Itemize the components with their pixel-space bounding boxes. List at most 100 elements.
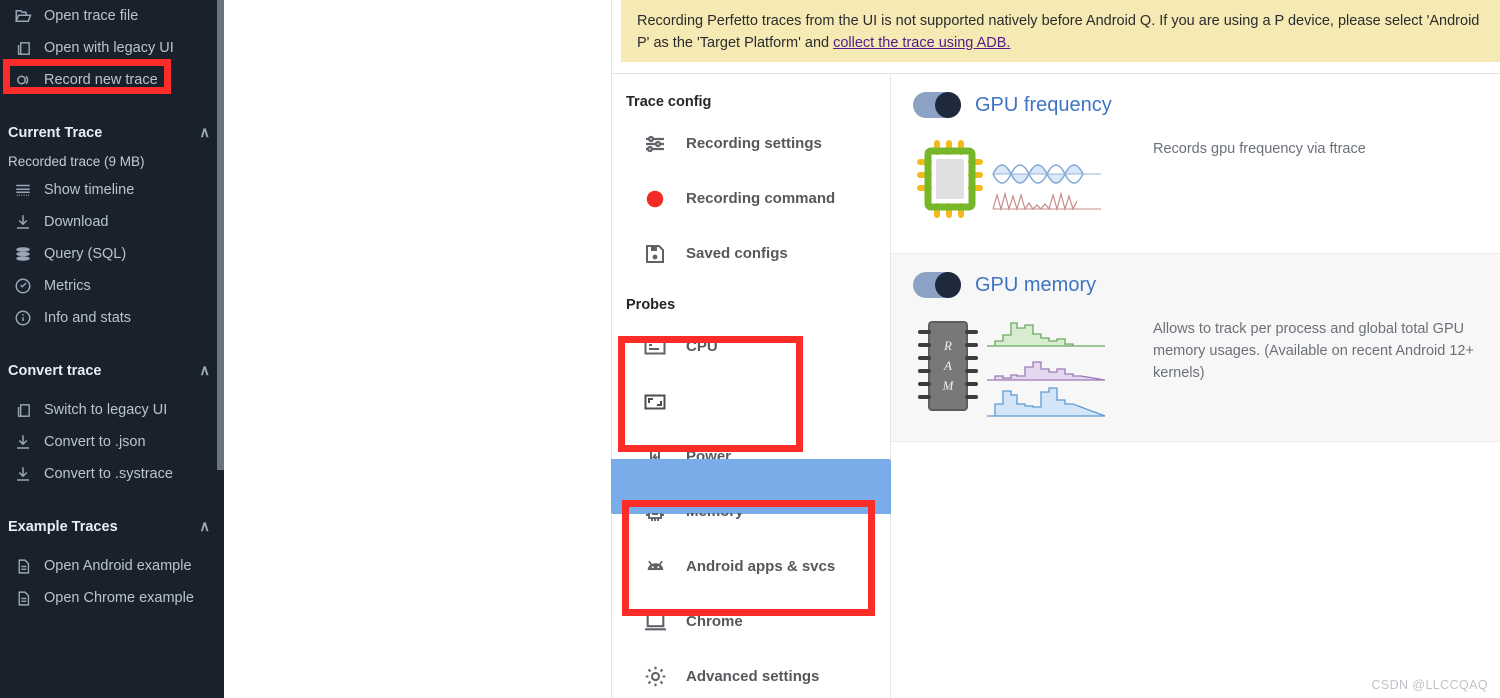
probe-nav-label: Android apps & svcs	[686, 558, 836, 575]
svg-text:A: A	[943, 358, 952, 373]
gpu-memory-toggle[interactable]	[913, 272, 961, 298]
gpu-frame-icon	[642, 389, 668, 415]
record-page: Recording Perfetto traces from the UI is…	[611, 0, 1500, 698]
probe-nav-label: Memory	[686, 503, 744, 520]
config-item-recording-settings[interactable]: Recording settings	[612, 116, 890, 171]
timeline-icon	[12, 179, 34, 201]
probe-nav-label: Advanced settings	[686, 668, 820, 685]
recorded-trace-size: Recorded trace (9 MB)	[8, 153, 145, 169]
sidebar-item-convert-to-json[interactable]: Convert to .json	[0, 426, 224, 458]
probe-nav-label: GPU	[686, 393, 719, 410]
sidebar-item-download[interactable]: Download	[0, 206, 224, 238]
probe-nav-chrome[interactable]: Chrome	[612, 594, 890, 649]
sidebar-item-open-android-example[interactable]: Open Android example	[0, 550, 224, 582]
config-item-label: Recording settings	[686, 135, 822, 152]
probe-nav-memory[interactable]: Memory	[612, 484, 890, 539]
probe-header: GPU frequency	[891, 92, 1500, 118]
download-icon	[12, 211, 34, 233]
config-item-label: Recording command	[686, 190, 836, 207]
probe-description: Records gpu frequency via ftrace	[1153, 141, 1366, 157]
perfetto-ui-window: Open trace file Open with legacy UI Reco…	[0, 0, 1500, 698]
probe-body: R A M Allows to track per process and gl…	[891, 298, 1500, 427]
config-item-recording-command[interactable]: Recording command	[612, 171, 890, 226]
probe-card-gpu-memory: GPU memory R A M Allows to track per pro…	[891, 254, 1500, 442]
config-item-saved-configs[interactable]: Saved configs	[612, 226, 890, 281]
sidebar-section-title: Example Traces	[8, 519, 118, 535]
sidebar-item-switch-to-legacy-ui[interactable]: Switch to legacy UI	[0, 394, 224, 426]
sidebar-item-label: Switch to legacy UI	[44, 402, 168, 418]
battery-icon	[642, 444, 668, 470]
config-item-label: Saved configs	[686, 245, 788, 262]
gauge-icon	[12, 275, 34, 297]
probe-nav-cpu[interactable]: CPU	[612, 319, 890, 374]
sidebar: Open trace file Open with legacy UI Reco…	[0, 0, 224, 698]
save-disk-icon	[642, 241, 668, 267]
sidebar-item-open-chrome-example[interactable]: Open Chrome example	[0, 582, 224, 614]
sidebar-section-convert-trace[interactable]: Convert trace ∧	[0, 356, 224, 386]
probe-nav-label: CPU	[686, 338, 718, 355]
info-icon	[12, 307, 34, 329]
copy-window-icon	[12, 399, 34, 421]
sidebar-item-metrics[interactable]: Metrics	[0, 270, 224, 302]
folder-open-icon	[12, 5, 34, 27]
sidebar-item-label: Convert to .systrace	[44, 466, 173, 482]
download-icon	[12, 463, 34, 485]
sidebar-section-current-trace[interactable]: Current Trace ∧	[0, 118, 224, 148]
sidebar-item-open-with-legacy-ui[interactable]: Open with legacy UI	[0, 32, 224, 64]
probe-description: Allows to track per process and global t…	[1153, 321, 1474, 381]
probe-title: GPU frequency	[975, 93, 1112, 116]
warning-banner-text: Recording Perfetto traces from the UI is…	[637, 13, 1480, 51]
warning-banner: Recording Perfetto traces from the UI is…	[621, 0, 1500, 62]
probe-body: Records gpu frequency via ftrace	[891, 118, 1500, 239]
record-circle-icon	[12, 69, 34, 91]
download-icon	[12, 431, 34, 453]
sidebar-item-query-sql[interactable]: Query (SQL)	[0, 238, 224, 270]
sidebar-scrollbar-thumb[interactable]	[217, 0, 224, 470]
empty-content-area	[224, 0, 611, 698]
sidebar-scroll-content: Open trace file Open with legacy UI Reco…	[0, 0, 224, 614]
ram-chip-area-art: R A M	[915, 314, 1135, 427]
sidebar-item-label: Metrics	[44, 278, 91, 294]
chevron-up-icon: ∧	[199, 125, 210, 141]
sidebar-section-example-traces[interactable]: Example Traces ∧	[0, 512, 224, 542]
gpu-frequency-toggle[interactable]	[913, 92, 961, 118]
probe-header: GPU memory	[891, 272, 1500, 298]
probe-nav-advanced-settings[interactable]: Advanced settings	[612, 649, 890, 698]
probes-heading: Probes	[626, 297, 676, 313]
document-icon	[12, 587, 34, 609]
sliders-icon	[642, 131, 668, 157]
collect-trace-adb-link[interactable]: collect the trace using ADB.	[833, 35, 1010, 51]
chevron-up-icon: ∧	[199, 363, 210, 379]
toggle-knob	[935, 272, 961, 298]
sidebar-item-label: Download	[44, 214, 109, 230]
sidebar-item-open-trace-file[interactable]: Open trace file	[0, 0, 224, 32]
sidebar-item-label: Record new trace	[44, 72, 158, 88]
chevron-up-icon: ∧	[199, 519, 210, 535]
sidebar-item-label: Open Android example	[44, 558, 192, 574]
probe-nav-gpu[interactable]: GPU	[612, 374, 890, 429]
svg-text:R: R	[943, 338, 952, 353]
memory-chip-icon	[642, 499, 668, 525]
sidebar-item-label: Open with legacy UI	[44, 40, 174, 56]
gear-icon	[642, 664, 668, 690]
sidebar-item-label: Query (SQL)	[44, 246, 127, 262]
watermark-text: CSDN @LLCCQAQ	[1371, 678, 1488, 692]
sidebar-item-label: Convert to .json	[44, 434, 146, 450]
sidebar-item-record-new-trace[interactable]: Record new trace	[0, 64, 224, 96]
trace-config-nav: Trace config Recording settings Recordin…	[612, 74, 891, 698]
sidebar-section-title: Current Trace	[8, 125, 103, 141]
record-dot-icon	[642, 186, 668, 212]
probe-nav-android-apps-svcs[interactable]: Android apps & svcs	[612, 539, 890, 594]
sidebar-item-info-and-stats[interactable]: Info and stats	[0, 302, 224, 334]
toggle-knob	[935, 92, 961, 118]
cpu-card-icon	[642, 334, 668, 360]
sidebar-item-convert-to-systrace[interactable]: Convert to .systrace	[0, 458, 224, 490]
sidebar-item-show-timeline[interactable]: Show timeline	[0, 174, 224, 206]
sidebar-item-label: Open trace file	[44, 8, 139, 24]
probe-nav-power[interactable]: Power	[612, 429, 890, 484]
copy-window-icon	[12, 37, 34, 59]
record-body: Trace config Recording settings Recordin…	[612, 73, 1500, 698]
probe-nav-label: Power	[686, 448, 732, 465]
